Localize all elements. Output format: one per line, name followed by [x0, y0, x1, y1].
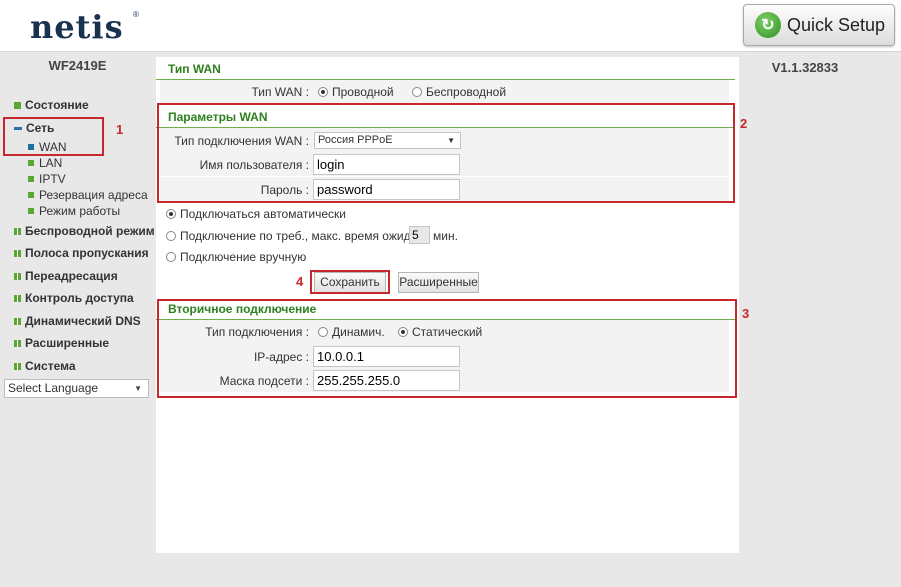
grid-icon [14, 272, 21, 280]
wan-type-title: Тип WAN [168, 62, 221, 76]
option-label: Подключение по треб., макс. время ожид. [180, 229, 414, 243]
wan-type-wireless-option[interactable]: Беспроводной [412, 85, 506, 99]
radio-unchecked-icon[interactable] [166, 252, 176, 262]
grid-icon [14, 249, 21, 257]
firmware-version: V1.1.32833 [771, 60, 839, 75]
annotation-box-2 [157, 103, 735, 203]
grid-icon [14, 339, 21, 347]
connect-manual-option[interactable]: Подключение вручную [166, 250, 306, 264]
square-bullet-icon [28, 208, 34, 214]
radio-unchecked-icon[interactable] [412, 87, 422, 97]
sidebar-item-bandwidth[interactable]: Полоса пропускания [14, 246, 149, 260]
header-bar: netis ® ↻ Quick Setup [0, 0, 901, 52]
dropdown-arrow-icon: ▼ [134, 384, 142, 393]
minutes-unit: мин. [433, 229, 458, 243]
sidebar-item-system[interactable]: Система [14, 359, 76, 373]
sidebar-item-label: Беспроводной режим [25, 224, 155, 238]
language-select-value: Select Language [8, 381, 99, 395]
sidebar-item-label: Система [25, 359, 76, 373]
refresh-arrow-icon: ↻ [755, 12, 781, 38]
sidebar-subitem-address-reservation[interactable]: Резервация адреса [28, 188, 148, 202]
sidebar-item-wireless[interactable]: Беспроводной режим [14, 224, 155, 238]
radio-checked-icon[interactable] [318, 87, 328, 97]
sidebar-subitem-label: LAN [39, 156, 63, 170]
grid-icon [14, 317, 21, 325]
radio-checked-icon[interactable] [166, 209, 176, 219]
connect-auto-option[interactable]: Подключаться автоматически [166, 207, 346, 221]
annotation-box-4 [310, 270, 390, 294]
sidebar-subitem-label: IPTV [39, 172, 66, 186]
netis-logo: netis [30, 8, 124, 46]
sidebar-item-label: Динамический DNS [25, 314, 141, 328]
option-label: Проводной [332, 85, 394, 99]
sidebar-item-advanced[interactable]: Расширенные [14, 336, 109, 350]
option-label: Подключение вручную [180, 250, 307, 264]
sidebar-subitem-iptv[interactable]: IPTV [28, 172, 66, 186]
radio-unchecked-icon[interactable] [166, 231, 176, 241]
grid-icon [14, 362, 21, 370]
sidebar-item-label: Расширенные [25, 336, 109, 350]
annotation-box-3 [157, 299, 737, 398]
sidebar-item-label: Состояние [25, 98, 89, 112]
sidebar-item-forwarding[interactable]: Переадресация [14, 269, 118, 283]
idle-timeout-input[interactable]: 5 [409, 226, 430, 244]
sidebar-item-label: Контроль доступа [25, 291, 134, 305]
quick-setup-label: Quick Setup [787, 14, 886, 35]
square-bullet-icon [28, 192, 34, 198]
grid-icon [14, 227, 21, 235]
annotation-box-1 [3, 117, 104, 156]
sidebar-item-ddns[interactable]: Динамический DNS [14, 314, 141, 328]
annotation-number-4: 4 [296, 274, 304, 289]
annotation-number-1: 1 [116, 122, 124, 137]
square-bullet-icon [28, 160, 34, 166]
annotation-number-2: 2 [740, 116, 748, 131]
quick-setup-button[interactable]: ↻ Quick Setup [743, 4, 895, 46]
connect-on-demand-option[interactable]: Подключение по треб., макс. время ожид. [166, 229, 414, 243]
advanced-button[interactable]: Расширенные [398, 272, 479, 293]
device-model: WF2419E [48, 58, 107, 73]
grid-icon [14, 294, 21, 302]
sidebar-subitem-operation-mode[interactable]: Режим работы [28, 204, 120, 218]
wan-type-label: Тип WAN : [251, 85, 309, 99]
option-label: Подключаться автоматически [180, 207, 346, 221]
language-select[interactable]: Select Language ▼ [4, 379, 149, 398]
square-bullet-icon [14, 101, 21, 109]
sidebar-item-label: Переадресация [25, 269, 118, 283]
square-bullet-icon [28, 176, 34, 182]
sidebar-subitem-label: Резервация адреса [39, 188, 148, 202]
sidebar-subitem-lan[interactable]: LAN [28, 156, 62, 170]
sidebar-item-access-control[interactable]: Контроль доступа [14, 291, 134, 305]
sidebar-subitem-label: Режим работы [39, 204, 121, 218]
sidebar-item-status[interactable]: Состояние [14, 98, 89, 112]
annotation-number-3: 3 [742, 306, 750, 321]
option-label: Беспроводной [426, 85, 507, 99]
registered-mark: ® [133, 10, 139, 19]
wan-type-wired-option[interactable]: Проводной [318, 85, 394, 99]
sidebar-item-label: Полоса пропускания [25, 246, 149, 260]
